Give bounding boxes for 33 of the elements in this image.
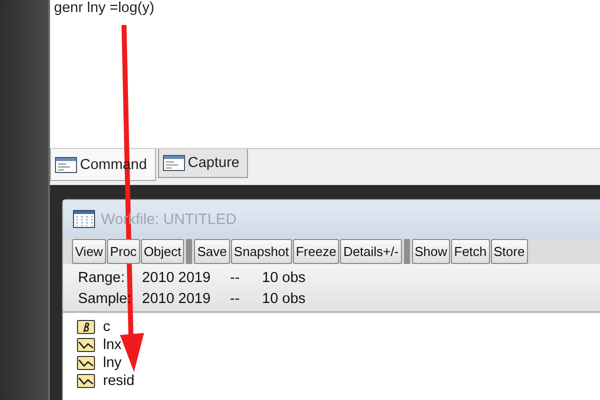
info-separator: -- (230, 270, 241, 286)
window-icon (55, 156, 77, 172)
toolbar-button[interactable]: View (72, 238, 106, 264)
window-icon (162, 155, 185, 171)
beta-icon (77, 320, 95, 334)
object-name[interactable]: lnx (103, 337, 122, 353)
toolbar-button[interactable]: Save (194, 238, 230, 264)
toolbar-separator (404, 238, 410, 264)
toolbar-button[interactable]: Store (490, 238, 528, 264)
toolbar-button[interactable]: Fetch (451, 238, 490, 264)
object-name[interactable]: resid (103, 373, 134, 389)
info-count: 10 obs (262, 270, 306, 286)
toolbar-separator (186, 238, 192, 264)
info-value: 2010 2019 (142, 290, 212, 306)
info-value: 2010 2019 (142, 270, 212, 286)
toolbar-button[interactable]: Freeze (292, 238, 340, 264)
info-separator: -- (230, 290, 241, 306)
series-icon (77, 338, 95, 352)
series-icon (77, 374, 95, 388)
toolbar-button[interactable]: Object (140, 238, 184, 264)
series-icon (77, 356, 95, 370)
object-name[interactable]: lny (103, 355, 122, 371)
command-area[interactable]: genr lny =log(y) (50, 0, 600, 148)
tab[interactable]: Capture (158, 149, 248, 178)
command-line: genr lny =log(y) (54, 0, 156, 17)
toolbar-button[interactable]: Show (412, 238, 450, 264)
object-name[interactable]: c (103, 319, 110, 335)
workfile-icon (73, 210, 95, 228)
toolbar-button[interactable]: Details+/- (340, 238, 402, 264)
info-label: Range: (78, 270, 126, 286)
toolbar-button[interactable]: Proc (106, 238, 140, 264)
info-count: 10 obs (262, 290, 306, 306)
toolbar-button[interactable]: Snapshot (230, 238, 292, 264)
